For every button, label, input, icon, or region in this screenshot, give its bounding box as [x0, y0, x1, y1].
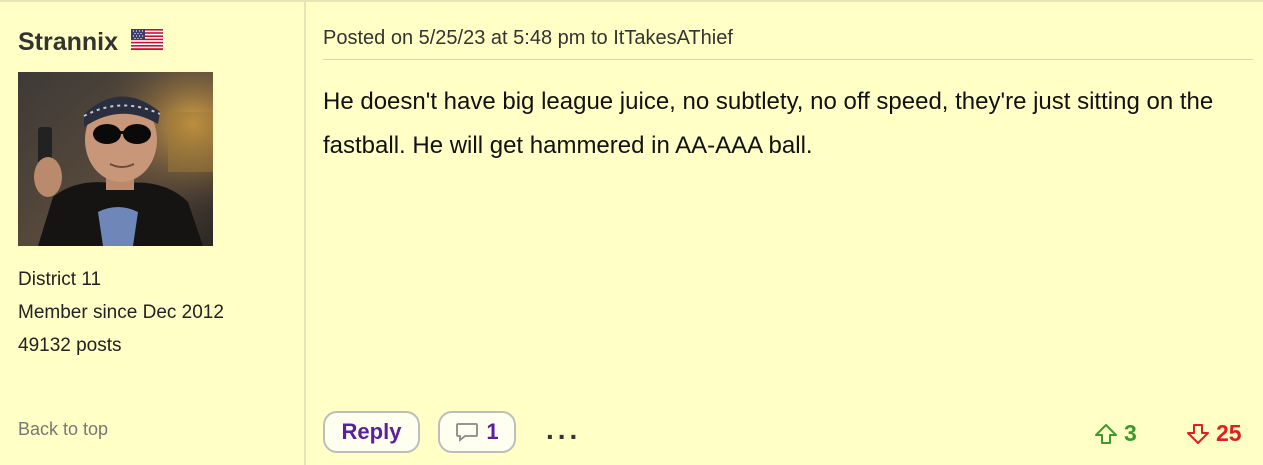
user-location: District 11 [18, 269, 102, 290]
header-divider [323, 59, 1253, 60]
post-count: 49132 posts [18, 335, 122, 356]
upvote-button[interactable]: 3 [1094, 420, 1137, 447]
more-options-button[interactable]: ... [546, 414, 581, 446]
post-body: He doesn't have big league juice, no sub… [323, 88, 1214, 159]
reply-button[interactable]: Reply [323, 411, 420, 453]
arrow-down-icon [1187, 423, 1209, 444]
member-since: Member since Dec 2012 [18, 302, 224, 323]
user-avatar[interactable] [18, 72, 213, 246]
reply-label: Reply [341, 419, 402, 444]
downvote-button[interactable]: 25 [1186, 420, 1242, 447]
comments-button[interactable]: 1 [438, 411, 516, 453]
post-header: Posted on 5/25/23 at 5:48 pm to ItTakesA… [323, 27, 733, 49]
user-sidebar: Strannix District 11 Member since Dec 20… [0, 2, 306, 465]
comment-count: 1 [486, 419, 499, 444]
speech-bubble-icon [456, 423, 479, 442]
username-link[interactable]: Strannix [18, 28, 118, 57]
downvote-count: 25 [1216, 420, 1242, 446]
post-content: Posted on 5/25/23 at 5:48 pm to ItTakesA… [308, 2, 1263, 465]
back-to-top-link[interactable]: Back to top [18, 419, 108, 440]
upvote-count: 3 [1124, 420, 1137, 446]
forum-post: Strannix District 11 Member since Dec 20… [0, 0, 1263, 465]
arrow-up-icon [1095, 423, 1117, 444]
us-flag-icon [131, 29, 163, 50]
